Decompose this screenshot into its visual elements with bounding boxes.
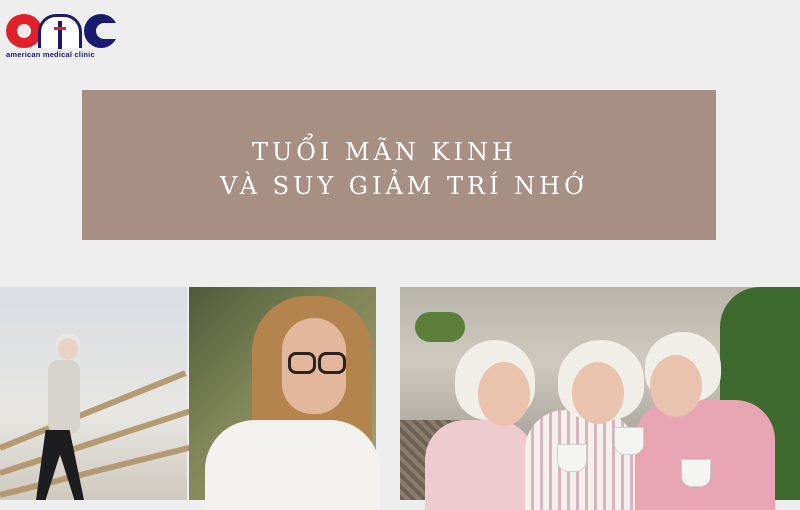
logo-letter-m [38, 14, 82, 49]
runner-head [58, 338, 78, 360]
woman-shirt [205, 420, 380, 510]
coffee-cup [682, 460, 710, 486]
logo-letter-a [6, 14, 42, 48]
logo-mark [6, 14, 120, 49]
logo-letter-c [84, 14, 120, 48]
coffee-cup [615, 428, 643, 454]
woman-middle-face [572, 362, 624, 424]
woman-right-body [635, 400, 775, 510]
woman-right-face [650, 355, 702, 417]
potted-plant [415, 312, 465, 342]
title-line-2: VÀ SUY GIẢM TRÍ NHỚ [220, 172, 588, 200]
glasses-lens-right [318, 352, 346, 374]
coffee-cup [558, 445, 586, 471]
runner-body [48, 360, 80, 434]
clinic-logo: american medical clinic [6, 14, 126, 60]
title-line-1: TUỔI MÃN KINH [252, 138, 517, 166]
woman-left-face [478, 362, 530, 426]
woman-left-body [425, 420, 535, 510]
title-banner: TUỔI MÃN KINH VÀ SUY GIẢM TRÍ NHỚ [82, 90, 716, 240]
logo-subtitle: american medical clinic [6, 50, 95, 59]
glasses-lens-left [288, 352, 316, 374]
